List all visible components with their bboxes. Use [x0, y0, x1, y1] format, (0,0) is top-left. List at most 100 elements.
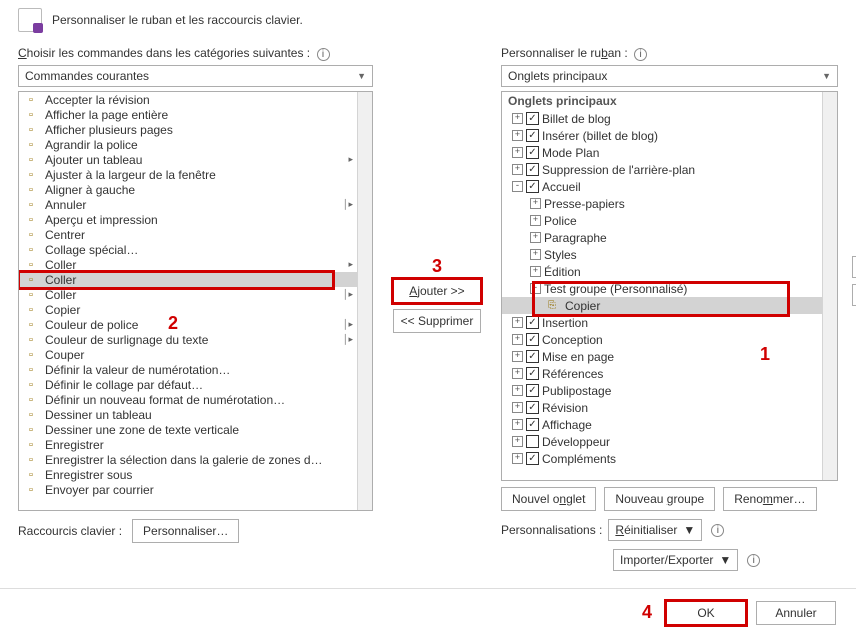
tree-node[interactable]: +Développeur [502, 433, 822, 450]
tree-node[interactable]: +Paragraphe [502, 229, 822, 246]
info-icon[interactable]: i [711, 524, 724, 537]
command-item[interactable]: ▫Centrer [19, 227, 357, 242]
move-up-button[interactable]: ▲ [852, 256, 856, 278]
tree-node[interactable]: +✓Affichage [502, 416, 822, 433]
checkbox[interactable]: ✓ [526, 452, 539, 465]
new-tab-button[interactable]: Nouvel onglet [501, 487, 596, 511]
expand-icon[interactable]: + [512, 147, 523, 158]
tree-node[interactable]: +✓Mise en page [502, 348, 822, 365]
rename-button[interactable]: Renommer… [723, 487, 816, 511]
expand-icon[interactable]: + [512, 317, 523, 328]
tree-node[interactable]: +✓Références [502, 365, 822, 382]
ribbon-scope-combo[interactable]: Onglets principaux ▼ [501, 65, 838, 87]
expand-icon[interactable]: + [512, 402, 523, 413]
expand-icon[interactable]: + [512, 436, 523, 447]
scrollbar[interactable] [357, 92, 372, 510]
expand-icon[interactable]: + [512, 334, 523, 345]
checkbox[interactable]: ✓ [526, 384, 539, 397]
cancel-button[interactable]: Annuler [756, 601, 836, 625]
tree-node[interactable]: +✓Compléments [502, 450, 822, 467]
command-item[interactable]: ▫Collage spécial… [19, 242, 357, 257]
checkbox[interactable]: ✓ [526, 350, 539, 363]
command-item[interactable]: ▫Coller│▸ [19, 287, 357, 302]
tree-node[interactable]: +✓Mode Plan [502, 144, 822, 161]
expand-icon[interactable]: + [512, 368, 523, 379]
command-item[interactable]: ▫Agrandir la police [19, 137, 357, 152]
expand-icon[interactable]: + [530, 198, 541, 209]
command-item[interactable]: ▫Définir la valeur de numérotation… [19, 362, 357, 377]
command-item[interactable]: ▫Dessiner une zone de texte verticale [19, 422, 357, 437]
import-export-combo[interactable]: Importer/Exporter▼ [613, 549, 738, 571]
tree-node[interactable]: +✓Publipostage [502, 382, 822, 399]
tree-node[interactable]: +✓Révision [502, 399, 822, 416]
expand-icon[interactable]: + [512, 419, 523, 430]
commands-category-combo[interactable]: Commandes courantes ▼ [18, 65, 373, 87]
command-item[interactable]: ▫Enregistrer la sélection dans la galeri… [19, 452, 357, 467]
info-icon[interactable]: i [634, 48, 647, 61]
checkbox[interactable]: ✓ [526, 316, 539, 329]
command-item[interactable]: ▫Aligner à gauche [19, 182, 357, 197]
command-item[interactable]: ▫Couper [19, 347, 357, 362]
checkbox[interactable]: ✓ [526, 163, 539, 176]
move-down-button[interactable]: ▼ [852, 284, 856, 306]
tree-node[interactable]: +✓Billet de blog [502, 110, 822, 127]
checkbox[interactable]: ✓ [526, 333, 539, 346]
tree-node[interactable]: +✓Conception [502, 331, 822, 348]
command-item[interactable]: ▫Coller▸ [19, 257, 357, 272]
scrollbar[interactable] [822, 92, 837, 480]
commands-listbox[interactable]: ▫Accepter la révision▫Afficher la page e… [18, 91, 373, 511]
expand-icon[interactable]: + [530, 215, 541, 226]
tree-node[interactable]: +Police [502, 212, 822, 229]
info-icon[interactable]: i [747, 554, 760, 567]
info-icon[interactable]: i [317, 48, 330, 61]
command-item[interactable]: ▫Enregistrer sous [19, 467, 357, 482]
command-item[interactable]: ▫Couleur de surlignage du texte│▸ [19, 332, 357, 347]
command-item[interactable]: ▫Ajouter un tableau▸ [19, 152, 357, 167]
expand-icon[interactable]: + [512, 164, 523, 175]
command-item[interactable]: ▫Couleur de police│▸ [19, 317, 357, 332]
add-button[interactable]: Ajouter >> [393, 279, 481, 303]
expand-icon[interactable]: + [512, 130, 523, 141]
command-item[interactable]: ▫Enregistrer [19, 437, 357, 452]
command-item[interactable]: ▫Coller [19, 272, 357, 287]
tree-node[interactable]: -Test groupe (Personnalisé) [502, 280, 822, 297]
command-item[interactable]: ▫Annuler│▸ [19, 197, 357, 212]
command-item[interactable]: ▫Copier [19, 302, 357, 317]
tree-node[interactable]: +Styles [502, 246, 822, 263]
collapse-icon[interactable]: - [530, 283, 541, 294]
checkbox[interactable] [526, 435, 539, 448]
tree-node[interactable]: -✓Accueil [502, 178, 822, 195]
command-item[interactable]: ▫Accepter la révision [19, 92, 357, 107]
customize-kb-button[interactable]: Personnaliser… [132, 519, 239, 543]
reset-combo[interactable]: Réinitialiser▼ [608, 519, 702, 541]
expand-icon[interactable]: + [530, 232, 541, 243]
command-item[interactable]: ▫Ajuster à la largeur de la fenêtre [19, 167, 357, 182]
new-group-button[interactable]: Nouveau groupe [604, 487, 715, 511]
expand-icon[interactable]: + [530, 249, 541, 260]
expand-icon[interactable]: + [512, 385, 523, 396]
tree-node[interactable]: +✓Insérer (billet de blog) [502, 127, 822, 144]
command-item[interactable]: ▫Afficher la page entière [19, 107, 357, 122]
checkbox[interactable]: ✓ [526, 401, 539, 414]
tree-node[interactable]: +Presse-papiers [502, 195, 822, 212]
remove-button[interactable]: << Supprimer [393, 309, 481, 333]
checkbox[interactable]: ✓ [526, 146, 539, 159]
tree-node[interactable]: +✓Insertion [502, 314, 822, 331]
ok-button[interactable]: OK [666, 601, 746, 625]
checkbox[interactable]: ✓ [526, 367, 539, 380]
command-item[interactable]: ▫Afficher plusieurs pages [19, 122, 357, 137]
checkbox[interactable]: ✓ [526, 418, 539, 431]
command-item[interactable]: ▫Aperçu et impression [19, 212, 357, 227]
collapse-icon[interactable]: - [512, 181, 523, 192]
tree-node[interactable]: +✓Suppression de l'arrière-plan [502, 161, 822, 178]
checkbox[interactable]: ✓ [526, 129, 539, 142]
tree-node[interactable]: +Édition [502, 263, 822, 280]
tree-node[interactable]: ⎘Copier [502, 297, 822, 314]
command-item[interactable]: ▫Définir un nouveau format de numérotati… [19, 392, 357, 407]
expand-icon[interactable]: + [512, 351, 523, 362]
expand-icon[interactable]: + [530, 266, 541, 277]
command-item[interactable]: ▫Définir le collage par défaut… [19, 377, 357, 392]
expand-icon[interactable]: + [512, 453, 523, 464]
ribbon-tree[interactable]: Onglets principaux +✓Billet de blog+✓Ins… [501, 91, 838, 481]
checkbox[interactable]: ✓ [526, 180, 539, 193]
